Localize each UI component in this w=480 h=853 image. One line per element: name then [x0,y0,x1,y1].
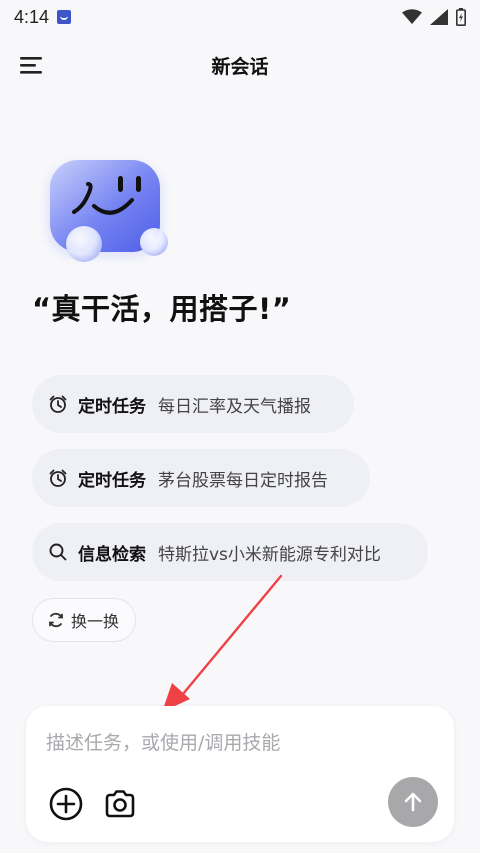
alarm-clock-icon [48,394,68,414]
battery-icon [456,8,466,26]
task-input[interactable] [46,728,426,758]
menu-icon [20,57,42,74]
camera-button[interactable] [102,786,138,822]
suggestion-text: 茅台股票每日定时报告 [158,470,328,491]
signal-icon [430,9,448,25]
suggestion-chip[interactable]: 定时任务 每日汇率及天气播报 [32,375,354,433]
suggestion-text: 每日汇率及天气播报 [158,396,311,417]
suggestion-category: 定时任务 [78,396,146,417]
alarm-clock-icon [48,468,68,488]
composer-card [26,706,454,842]
slogan: “真干活，用搭子!” [32,292,292,326]
plus-circle-icon [49,787,83,821]
wifi-icon [402,9,422,24]
arrow-up-icon [404,792,422,812]
send-button[interactable] [388,777,438,827]
suggestion-category: 信息检索 [78,544,146,565]
camera-icon [105,790,135,818]
status-time: 4:14 [14,6,50,27]
refresh-button[interactable]: 换一换 [32,598,137,642]
refresh-icon [49,612,63,628]
suggestion-category: 定时任务 [78,470,146,491]
mascot-icon [46,160,168,262]
header: 新会话 [0,40,480,90]
status-bar: 4:14 [0,0,480,34]
status-icons [402,8,466,26]
refresh-label: 换一换 [71,612,120,631]
suggestion-text: 特斯拉vs小米新能源专利对比 [158,544,381,565]
suggestion-chip[interactable]: 定时任务 茅台股票每日定时报告 [32,449,370,507]
menu-button[interactable] [18,52,46,78]
search-icon [48,542,68,562]
app-notification-icon [57,10,72,24]
add-button[interactable] [48,786,84,822]
page-title: 新会话 [211,55,269,78]
suggestion-chip[interactable]: 信息检索 特斯拉vs小米新能源专利对比 [32,523,428,581]
